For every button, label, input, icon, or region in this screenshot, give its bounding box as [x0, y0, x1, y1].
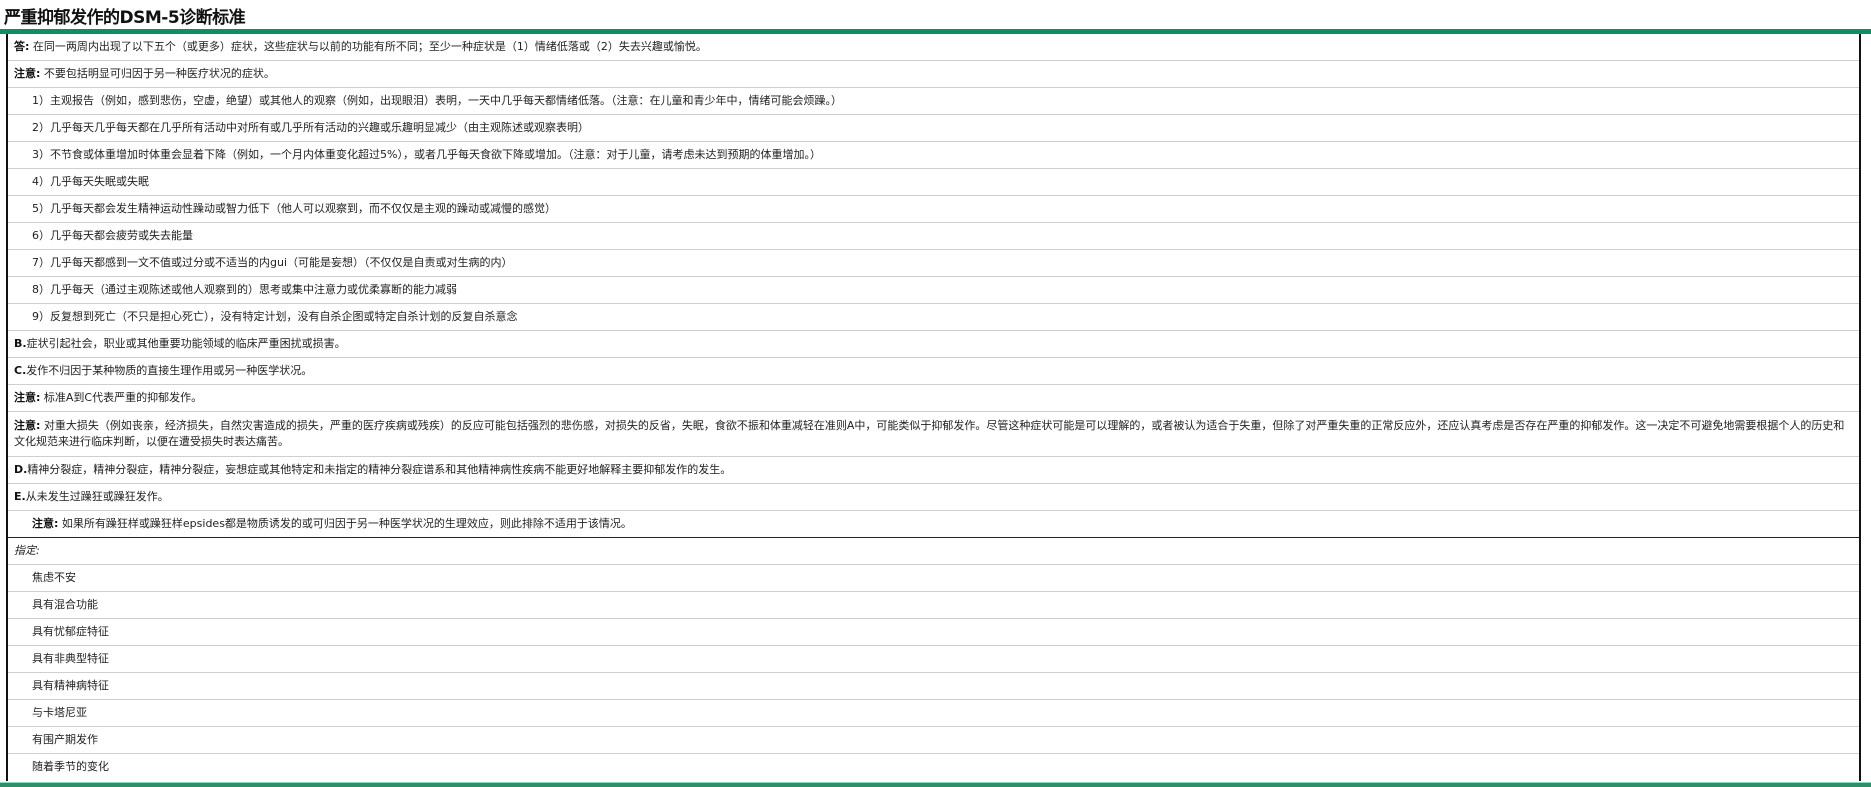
note-row: 注意: 如果所有躁狂样或躁狂样epsides都是物质诱发的或可归因于另一种医学状…: [8, 511, 1859, 538]
note-row: 注意: 不要包括明显可归因于另一种医疗状况的症状。: [8, 61, 1859, 88]
criterion-d: D.精神分裂症，精神分裂症，精神分裂症，妄想症或其他特定和未指定的精神分裂症谱系…: [8, 457, 1859, 484]
symptom-item: 1）主观报告（例如，感到悲伤，空虚，绝望）或其他人的观察（例如，出现眼泪）表明，…: [8, 88, 1859, 115]
symptom-item: 9）反复想到死亡（不只是担心死亡），没有特定计划，没有自杀企图或特定自杀计划的反…: [8, 304, 1859, 331]
specifiers-heading: 指定:: [8, 538, 1859, 565]
criteria-table: 答: 在同一两周内出现了以下五个（或更多）症状，这些症状与以前的功能有所不同；至…: [6, 34, 1861, 781]
specifier-item: 有围产期发作: [8, 727, 1859, 754]
specifier-item: 具有混合功能: [8, 592, 1859, 619]
note-row: 注意: 标准A到C代表严重的抑郁发作。: [8, 385, 1859, 412]
symptom-item: 3）不节食或体重增加时体重会显着下降（例如，一个月内体重变化超过5%），或者几乎…: [8, 142, 1859, 169]
bottom-divider: [0, 782, 1871, 787]
criterion-a: 答: 在同一两周内出现了以下五个（或更多）症状，这些症状与以前的功能有所不同；至…: [8, 34, 1859, 61]
specifier-item: 焦虑不安: [8, 565, 1859, 592]
symptom-item: 6）几乎每天都会疲劳或失去能量: [8, 223, 1859, 250]
symptom-item: 8）几乎每天（通过主观陈述或他人观察到的）思考或集中注意力或优柔寡断的能力减弱: [8, 277, 1859, 304]
criterion-e: E.从未发生过躁狂或躁狂发作。: [8, 484, 1859, 511]
specifier-item: 与卡塔尼亚: [8, 700, 1859, 727]
symptom-item: 2）几乎每天几乎每天都在几乎所有活动中对所有或几乎所有活动的兴趣或乐趣明显减少（…: [8, 115, 1859, 142]
criterion-b: B.症状引起社会，职业或其他重要功能领域的临床严重困扰或损害。: [8, 331, 1859, 358]
symptom-item: 5）几乎每天都会发生精神运动性躁动或智力低下（他人可以观察到，而不仅仅是主观的躁…: [8, 196, 1859, 223]
specifier-item: 具有非典型特征: [8, 646, 1859, 673]
criterion-c: C.发作不归因于某种物质的直接生理作用或另一种医学状况。: [8, 358, 1859, 385]
specifier-item: 随着季节的变化: [32, 760, 109, 773]
specifier-item: 具有忧郁症特征: [8, 619, 1859, 646]
specifier-item: 具有精神病特征: [8, 673, 1859, 700]
note-row: 注意: 对重大损失（例如丧亲，经济损失，自然灾害造成的损失，严重的医疗疾病或残疾…: [8, 412, 1859, 457]
symptom-item: 7）几乎每天都感到一文不值或过分或不适当的内gui（可能是妄想）（不仅仅是自责或…: [8, 250, 1859, 277]
symptom-item: 4）几乎每天失眠或失眠: [8, 169, 1859, 196]
page-title: 严重抑郁发作的DSM-5诊断标准: [4, 8, 246, 28]
